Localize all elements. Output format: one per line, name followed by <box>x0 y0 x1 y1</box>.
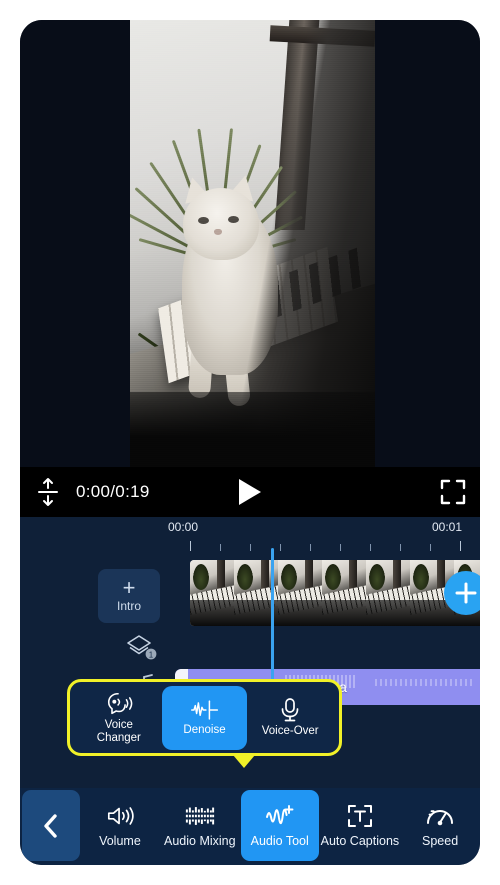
voice-changer-label-line1: Voice <box>104 718 133 731</box>
video-canvas <box>130 20 375 467</box>
speedometer-icon <box>427 810 454 826</box>
toolbar-label-audio-mixing: Audio Mixing <box>164 834 236 848</box>
intro-plus-label: + <box>122 574 136 600</box>
toolbar-item-audio-tool[interactable]: Audio Tool <box>240 790 319 861</box>
plus-icon <box>455 582 477 604</box>
playback-time: 0:00/0:19 <box>76 482 150 501</box>
auto-captions-icon-wrap <box>347 803 373 829</box>
toolbar-item-auto-captions[interactable]: Auto Captions <box>320 790 400 861</box>
player-controls-bar: 0:00/0:19 <box>20 467 480 517</box>
fit-toggle-button[interactable] <box>20 477 76 507</box>
fit-arrows-icon <box>38 478 58 506</box>
denoise-label: Denoise <box>183 724 226 736</box>
fullscreen-button[interactable] <box>440 479 466 505</box>
ruler-label-0: 00:00 <box>168 520 199 534</box>
audio-tool-waveform-icon <box>265 805 294 825</box>
toolbar-label-auto-captions: Auto Captions <box>320 834 400 848</box>
audio-waveform-tail <box>375 679 475 686</box>
video-preview[interactable] <box>20 20 480 467</box>
voice-over-button[interactable]: Voice-Over <box>247 686 333 750</box>
ruler-ticks <box>20 541 480 551</box>
chevron-left-icon <box>44 813 57 838</box>
voice-changer-button[interactable]: Voice Changer <box>76 686 162 750</box>
voice-changer-label-line2: Changer <box>96 731 141 744</box>
speedometer-icon-wrap <box>425 803 455 829</box>
play-button[interactable] <box>233 475 267 509</box>
fullscreen-icon <box>440 479 466 505</box>
ruler-label-1: 00:01 <box>432 520 463 534</box>
phone-frame: 0:00/0:19 00:00 00:01 + Intro 1 Voice Ch… <box>20 20 480 865</box>
video-track-filmstrip[interactable] <box>190 560 480 626</box>
equalizer-icon-wrap <box>184 803 215 829</box>
filmstrip-thumb <box>278 560 322 626</box>
toolbar-item-volume[interactable]: Volume <box>81 790 159 861</box>
denoise-button[interactable]: Denoise <box>161 685 248 750</box>
voice-changer-label: Voice Changer <box>97 719 141 745</box>
intro-label: Intro <box>116 598 141 613</box>
voice-changer-icon <box>107 692 133 714</box>
timeline-ruler[interactable]: 00:00 00:01 <box>20 517 480 551</box>
add-intro-button[interactable]: + Intro <box>98 569 160 623</box>
toolbar-label-volume: Volume <box>99 834 141 848</box>
toolbar-label-speed: Speed <box>422 834 459 848</box>
toolbar-label-audio-tool: Audio Tool <box>250 834 309 848</box>
playhead[interactable] <box>271 548 274 680</box>
add-track-button[interactable] <box>444 571 480 615</box>
text-frame-icon <box>347 805 372 827</box>
back-button[interactable] <box>22 790 80 861</box>
layers-button[interactable]: 1 <box>126 634 160 664</box>
filmstrip-thumb <box>322 560 366 626</box>
microphone-icon <box>281 698 299 722</box>
layers-icon: 1 <box>127 635 157 660</box>
audio-tool-popup[interactable]: Voice Changer Denoise Voice-Over <box>67 679 342 756</box>
voice-over-label: Voice-Over <box>261 725 319 737</box>
bottom-toolbar: Volume Audio Mixing Audio Tool Auto Capt… <box>20 788 480 865</box>
speaker-icon <box>107 807 134 825</box>
equalizer-icon <box>184 807 215 825</box>
filmstrip-thumb <box>190 560 234 626</box>
video-grain <box>130 20 375 467</box>
play-icon <box>239 479 261 505</box>
speaker-icon-wrap <box>106 803 134 829</box>
popup-pointer-arrow <box>233 755 255 768</box>
svg-text:1: 1 <box>149 650 154 659</box>
denoise-waveform-icon <box>190 700 218 720</box>
toolbar-item-audio-mixing[interactable]: Audio Mixing <box>161 790 239 861</box>
audio-tool-icon-wrap <box>265 803 295 829</box>
toolbar-item-speed[interactable]: Speed <box>401 790 479 861</box>
filmstrip-thumb <box>366 560 410 626</box>
